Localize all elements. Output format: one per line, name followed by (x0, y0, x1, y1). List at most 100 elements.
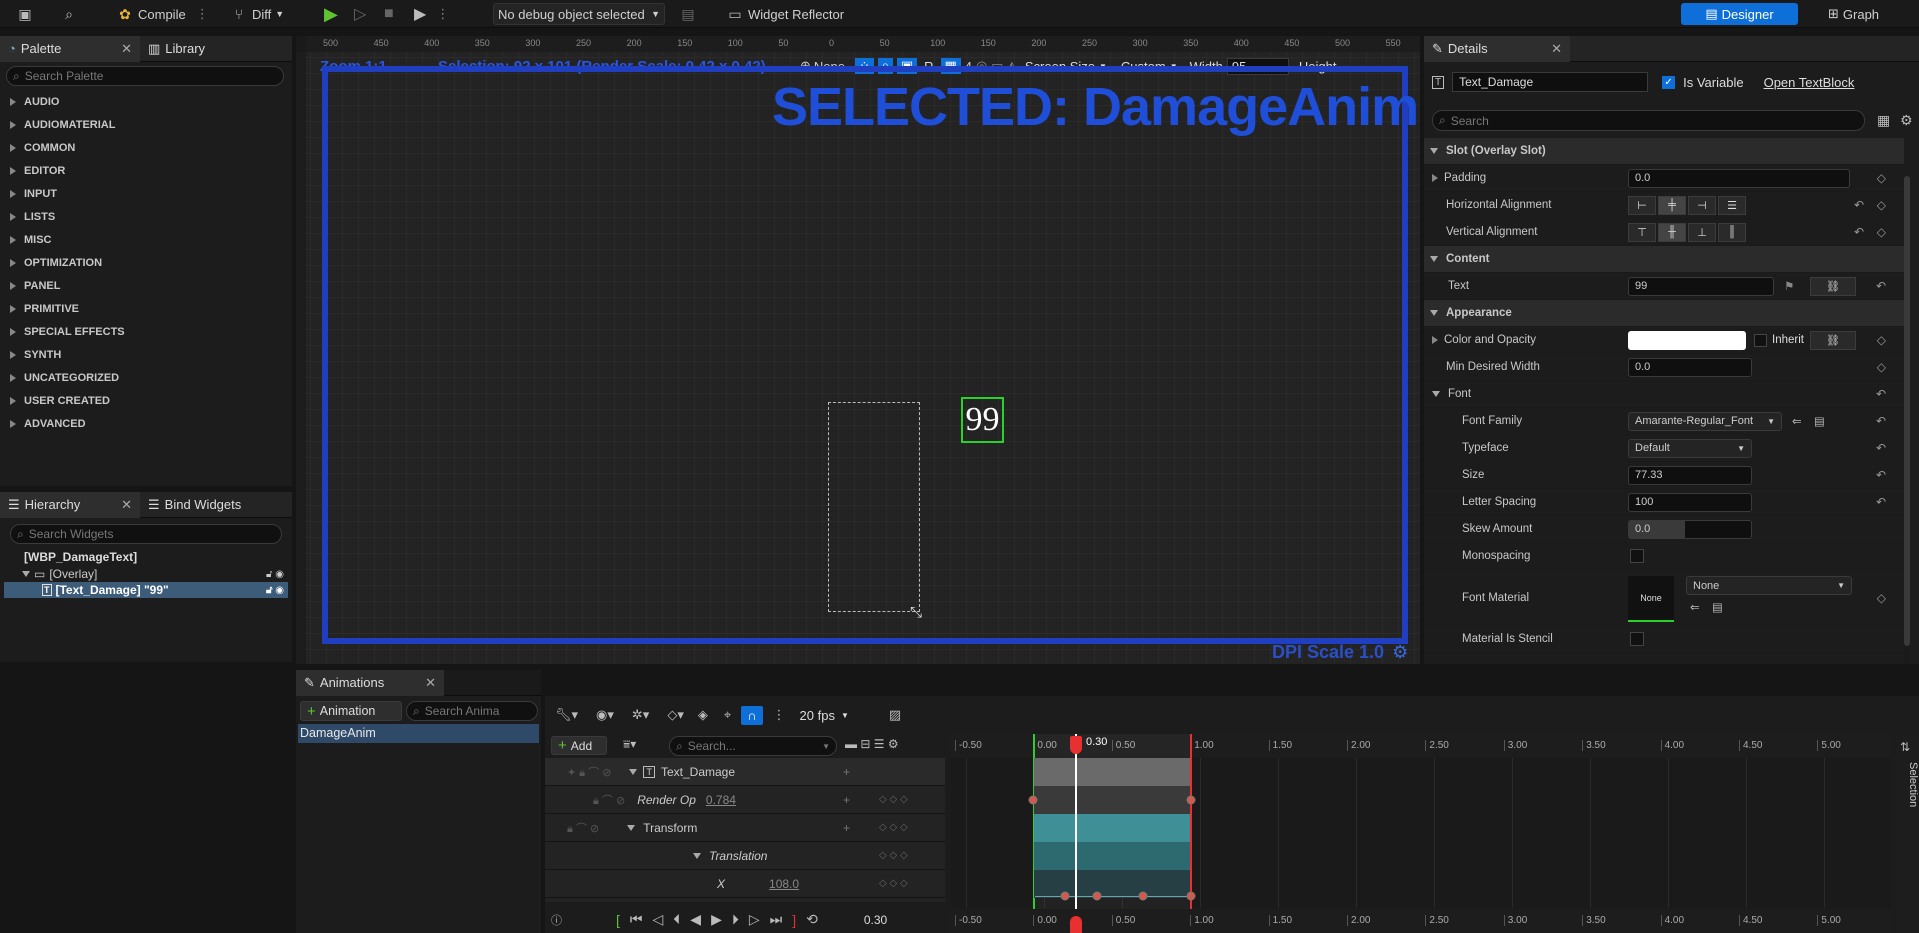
expand-icon[interactable] (10, 396, 16, 405)
palette-category[interactable]: INPUT (0, 182, 292, 205)
key-nav-icon[interactable]: ◇ ◇ ◇ (879, 850, 908, 861)
tab-details[interactable]: ✎ Details ✕ (1424, 36, 1570, 62)
track-flags-icon[interactable]: 🔒︎ ⌒ ⊘ (593, 792, 625, 808)
expand-icon[interactable] (10, 235, 16, 244)
key-nav-icon[interactable]: ◇ ◇ ◇ (879, 822, 908, 833)
gear-icon[interactable]: ⚙ (1392, 642, 1408, 663)
track-flags-icon[interactable]: 🔒︎ ⌒ ⊘ (567, 820, 599, 836)
play-reverse-icon[interactable]: ◀ (690, 911, 701, 928)
palette-category[interactable]: MISC (0, 228, 292, 251)
expand-icon[interactable] (10, 304, 16, 313)
add-key-icon[interactable]: + (843, 821, 850, 835)
sliders-icon[interactable]: ⇅ (1900, 740, 1910, 754)
info-icon[interactable]: ⓘ (551, 912, 562, 928)
range-start-icon[interactable]: [ (616, 912, 620, 928)
close-icon[interactable]: ✕ (121, 41, 132, 57)
fps-select[interactable]: 20 fps ▼ (800, 708, 849, 723)
lock-icon[interactable]: 🔓︎ ◉ (266, 569, 284, 580)
flag-icon[interactable]: ⚑ (1784, 279, 1794, 293)
tab-palette[interactable]: ◔ Palette ✕ (0, 35, 140, 62)
section-content[interactable]: Content (1424, 246, 1904, 273)
palette-category[interactable]: LISTS (0, 205, 292, 228)
bind-button[interactable]: ⛓ (1810, 330, 1856, 350)
curve-editor-icon[interactable]: ▨ (889, 707, 901, 723)
reset-icon[interactable]: ↶ (1876, 387, 1886, 401)
overlay-bounds[interactable] (828, 402, 920, 612)
font-material-select[interactable]: None ▼ (1686, 576, 1852, 595)
key-nav-icon[interactable]: ◇ ◇ ◇ (879, 878, 908, 889)
palette-category[interactable]: AUDIOMATERIAL (0, 113, 292, 136)
key-icon[interactable]: ◇▾ (667, 707, 684, 723)
close-icon[interactable]: ✕ (425, 675, 436, 691)
track-text-damage[interactable]: ✦ 🔒︎ ⌒ ⊘ T Text_Damage + (545, 758, 945, 786)
range-end-icon[interactable]: ] (792, 912, 796, 928)
step-button[interactable]: ▷ (350, 3, 370, 25)
section-appearance[interactable]: Appearance (1424, 300, 1904, 327)
expand-icon[interactable] (10, 97, 16, 106)
expand-icon[interactable] (10, 281, 16, 290)
palette-category[interactable]: ADVANCED (0, 412, 292, 435)
palette-category[interactable]: PANEL (0, 274, 292, 297)
graph-button[interactable]: ⊞ Graph (1824, 3, 1883, 25)
reset-icon[interactable]: ↶ (1854, 198, 1864, 212)
playhead-handle-bottom[interactable] (1070, 916, 1082, 933)
expand-icon[interactable] (10, 258, 16, 267)
play-options-button[interactable]: ▶ ⋮ (410, 3, 453, 25)
track-flags-icon[interactable]: ✦ 🔒︎ ⌒ ⊘ (567, 764, 611, 780)
next-frame-icon[interactable]: ⏵ (732, 911, 739, 928)
text-damage-widget[interactable]: 99 (961, 397, 1004, 443)
keyframe[interactable] (1138, 891, 1148, 901)
timeline[interactable]: -0.50 0.00 0.50 1.00 1.50 2.00 2.50 3.00 3.50 4.0… (951, 734, 1891, 933)
diff-button[interactable]: ⑂ Diff ▼ (226, 3, 288, 25)
filter-icon[interactable]: ⩸▾ (623, 737, 636, 752)
keyframe-icon[interactable]: ◇ (1877, 225, 1886, 239)
keyframe[interactable] (1092, 891, 1102, 901)
auto-key-icon[interactable]: ◈ (698, 707, 708, 723)
bind-button[interactable]: ⛓ (1810, 276, 1856, 296)
min-width-input[interactable]: 0.0 (1628, 357, 1752, 377)
go-end-icon[interactable]: ⏭ (770, 911, 783, 928)
save-button[interactable]: ▣ (12, 3, 38, 25)
skew-input[interactable]: 0.0 (1628, 519, 1752, 539)
details-scrollbar[interactable] (1904, 176, 1910, 664)
compile-button[interactable]: ✿ Compile ⋮ (112, 3, 213, 25)
keyframe-icon[interactable]: ◇ (1877, 591, 1886, 605)
track-transform[interactable]: 🔒︎ ⌒ ⊘ Transform + ◇ ◇ ◇ (545, 814, 945, 842)
halign-fill-button[interactable]: ☰ (1718, 195, 1746, 215)
palette-search-input[interactable]: ⌕ Search Palette (6, 66, 284, 86)
palette-category[interactable]: OPTIMIZATION (0, 251, 292, 274)
keyframe-icon[interactable]: ◇ (1877, 198, 1886, 212)
padding-input[interactable]: 0.0 (1628, 168, 1850, 188)
expand-icon[interactable] (10, 350, 16, 359)
next-key-icon[interactable]: ▷ (749, 911, 760, 928)
playhead-handle[interactable] (1070, 736, 1082, 754)
reset-icon[interactable]: ↶ (1876, 414, 1886, 428)
use-asset-icon[interactable]: ⇐ (1690, 600, 1700, 614)
render-op-value[interactable]: 0.784 (706, 793, 736, 807)
tab-bind-widgets[interactable]: ☰ Bind Widgets (140, 492, 249, 518)
typeface-select[interactable]: Default ▼ (1628, 438, 1752, 458)
browse-asset-icon[interactable]: ▤ (1814, 414, 1825, 428)
animation-list-item[interactable]: DamageAnim (298, 724, 539, 743)
play-button[interactable]: ▶ (320, 3, 342, 25)
expand-icon[interactable] (10, 327, 16, 336)
palette-category[interactable]: COMMON (0, 136, 292, 159)
go-start-icon[interactable]: ⏮ (630, 911, 643, 928)
use-asset-icon[interactable]: ⇐ (1792, 414, 1802, 428)
stop-button[interactable]: ■ (380, 3, 398, 25)
debug-object-select[interactable]: No debug object selected ▼ (493, 3, 665, 25)
x-value[interactable]: 108.0 (769, 877, 799, 891)
designer-button[interactable]: ▤ Designer (1681, 3, 1798, 25)
keyframe-icon[interactable]: ◇ (1877, 171, 1886, 185)
add-track-button[interactable]: + Add (551, 736, 607, 755)
track-translation[interactable]: Translation ◇ ◇ ◇ (545, 842, 945, 870)
add-subtrack-icon[interactable]: + (843, 765, 850, 779)
expand-icon[interactable] (10, 143, 16, 152)
snap-icon[interactable]: ∩ (741, 705, 763, 725)
section-slot[interactable]: Slot (Overlay Slot) (1424, 138, 1904, 165)
halign-right-button[interactable]: ⊣ (1688, 195, 1716, 215)
tools-icon[interactable]: 🔧︎▾ (555, 707, 578, 723)
material-thumbnail[interactable]: None (1628, 576, 1674, 622)
keyframe[interactable] (1028, 795, 1038, 805)
add-animation-button[interactable]: + Animation (300, 701, 402, 721)
